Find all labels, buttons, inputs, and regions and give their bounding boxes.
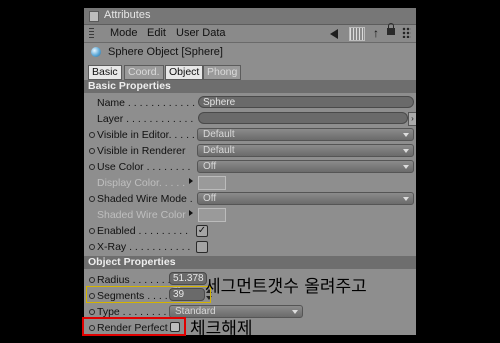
window-title: Attributes	[104, 9, 151, 21]
display-color-label: Display Color. . . . .	[97, 177, 186, 189]
xray-label: X-Ray . . . . . . . . . . .	[97, 241, 191, 253]
grid-icon[interactable]	[349, 27, 365, 41]
animation-dot-icon[interactable]	[89, 132, 95, 138]
name-label: Name . . . . . . . . . . . .	[97, 97, 196, 109]
render-perfect-annotation: 체크해제	[190, 319, 253, 339]
tab-object[interactable]: Object	[165, 65, 204, 80]
chevron-down-icon	[403, 133, 409, 137]
object-properties-header: Object Properties	[84, 256, 416, 269]
menu-mode[interactable]: Mode	[110, 27, 138, 39]
visible-editor-row: Visible in Editor. . . . . Default	[84, 127, 416, 143]
back-arrow-icon[interactable]	[330, 29, 338, 39]
options-dots-icon[interactable]	[402, 27, 411, 38]
shaded-wire-mode-value: Off	[203, 193, 217, 204]
segments-highlight-box	[86, 286, 211, 303]
animation-dot-icon[interactable]	[89, 277, 95, 283]
expand-arrow-icon[interactable]	[189, 178, 193, 184]
animation-dot-icon[interactable]	[89, 244, 95, 250]
segments-annotation: 세그먼트갯수 올려주고	[205, 277, 367, 297]
menu-user-data[interactable]: User Data	[176, 27, 226, 39]
chevron-down-icon	[292, 310, 298, 314]
chevron-down-icon	[403, 165, 409, 169]
visible-editor-value: Default	[203, 129, 235, 140]
name-input[interactable]: Sphere	[198, 96, 414, 108]
use-color-value: Off	[203, 161, 217, 172]
expand-arrow-icon[interactable]	[189, 210, 193, 216]
display-color-row: Display Color. . . . .	[84, 175, 416, 191]
xray-checkbox[interactable]	[196, 241, 208, 253]
lock-icon[interactable]	[387, 23, 395, 35]
chevron-down-icon	[403, 197, 409, 201]
visible-renderer-value: Default	[203, 145, 235, 156]
layer-arrow-icon[interactable]: ›	[408, 112, 416, 126]
shaded-wire-color-label: Shaded Wire Color	[97, 209, 186, 221]
menu-grip-icon[interactable]	[89, 28, 94, 38]
xray-row: X-Ray . . . . . . . . . . .	[84, 239, 416, 255]
enabled-label: Enabled . . . . . . . . .	[97, 225, 189, 237]
object-header: Sphere Object [Sphere]	[84, 43, 416, 63]
use-color-row: Use Color . . . . . . . . Off	[84, 159, 416, 175]
animation-dot-icon[interactable]	[89, 228, 95, 234]
visible-renderer-row: Visible in Renderer Default	[84, 143, 416, 159]
menu-bar: Mode Edit User Data ↑	[84, 23, 416, 43]
use-color-label: Use Color . . . . . . . .	[97, 161, 191, 173]
shaded-wire-mode-row: Shaded Wire Mode . Off	[84, 191, 416, 207]
menu-edit[interactable]: Edit	[147, 27, 166, 39]
enabled-row: Enabled . . . . . . . . . ✓	[84, 223, 416, 239]
visible-editor-label: Visible in Editor. . . . .	[97, 129, 195, 141]
animation-dot-icon[interactable]	[89, 164, 95, 170]
shaded-wire-mode-select[interactable]: Off	[197, 192, 414, 205]
up-arrow-icon[interactable]: ↑	[373, 26, 379, 40]
animation-dot-icon[interactable]	[89, 309, 95, 315]
layer-field[interactable]	[198, 112, 408, 124]
layer-row: Layer . . . . . . . . . . . . ›	[84, 111, 416, 127]
name-row: Name . . . . . . . . . . . . Sphere	[84, 95, 416, 111]
animation-dot-icon[interactable]	[89, 148, 95, 154]
chevron-down-icon	[403, 149, 409, 153]
window-grip-icon[interactable]	[89, 11, 99, 22]
basic-properties-header: Basic Properties	[84, 80, 416, 93]
shaded-wire-color-swatch[interactable]	[198, 208, 226, 222]
radius-label: Radius . . . . . . .	[97, 274, 171, 286]
tab-phong[interactable]: Phong	[203, 65, 242, 80]
shaded-wire-mode-label: Shaded Wire Mode .	[97, 193, 193, 205]
tab-basic[interactable]: Basic	[88, 65, 122, 80]
visible-renderer-label: Visible in Renderer	[97, 145, 186, 157]
render-perfect-highlight-box	[82, 317, 186, 336]
display-color-swatch[interactable]	[198, 176, 226, 190]
radius-input[interactable]: 51.378 m	[169, 272, 207, 296]
layer-label: Layer . . . . . . . . . . . .	[97, 113, 194, 125]
animation-dot-icon[interactable]	[89, 196, 95, 202]
visible-renderer-select[interactable]: Default	[197, 144, 414, 157]
shaded-wire-color-row: Shaded Wire Color	[84, 207, 416, 223]
window-titlebar[interactable]: Attributes	[84, 8, 416, 25]
use-color-select[interactable]: Off	[197, 160, 414, 173]
enabled-checkbox[interactable]: ✓	[196, 225, 208, 237]
sphere-icon	[91, 47, 101, 57]
object-title: Sphere Object [Sphere]	[108, 46, 223, 58]
tab-coord[interactable]: Coord.	[124, 65, 164, 80]
visible-editor-select[interactable]: Default	[197, 128, 414, 141]
